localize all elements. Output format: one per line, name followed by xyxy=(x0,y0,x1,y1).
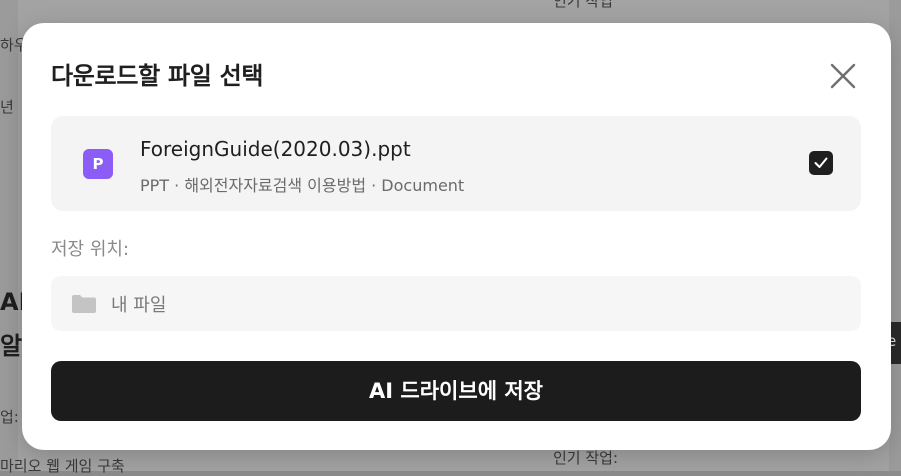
close-icon xyxy=(830,63,856,89)
background-text: 년 xyxy=(0,98,14,116)
save-location-selector[interactable]: 내 파일 xyxy=(51,276,861,331)
close-button[interactable] xyxy=(828,61,858,91)
dialog-title: 다운로드할 파일 선택 xyxy=(51,62,264,90)
file-meta: PPT · 해외전자자료검색 이용방법 · Document xyxy=(140,176,465,195)
file-name: ForeignGuide(2020.03).ppt xyxy=(140,137,411,161)
background-text: 인기 작업 xyxy=(553,0,613,10)
location-text: 내 파일 xyxy=(111,295,167,316)
save-to-ai-drive-button[interactable]: AI 드라이브에 저장 xyxy=(51,361,861,421)
download-file-dialog: 다운로드할 파일 선택 P ForeignGuide(2020.03).ppt … xyxy=(22,23,891,450)
ppt-file-icon: P xyxy=(83,149,113,179)
checkmark-icon xyxy=(814,157,828,168)
save-location-label: 저장 위치: xyxy=(51,239,130,260)
file-select-checkbox[interactable] xyxy=(809,151,833,175)
file-item[interactable]: P ForeignGuide(2020.03).ppt PPT · 해외전자자료… xyxy=(51,116,861,211)
folder-icon xyxy=(72,295,96,313)
background-text: 업: xyxy=(0,408,19,426)
background-left-column xyxy=(0,0,18,471)
background-text: 인기 작업: xyxy=(553,449,619,467)
background-link: 마리오 웹 게임 구축 xyxy=(0,457,125,475)
